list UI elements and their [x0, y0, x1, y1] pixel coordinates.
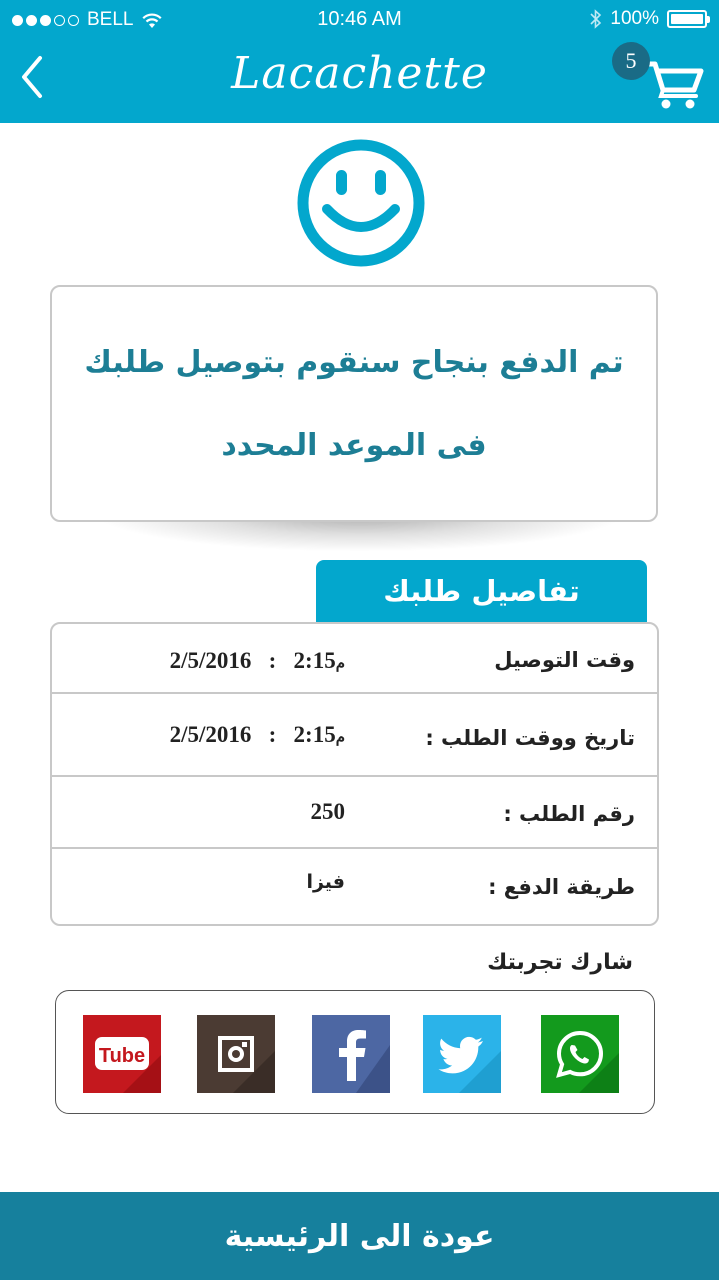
app-header: BELL 10:46 AM 100% Lacachette 5 — [0, 0, 719, 123]
back-to-home-button[interactable]: عودة الى الرئيسية — [0, 1192, 719, 1280]
order-number-row: رقم الطلب : 250 — [52, 777, 657, 849]
share-title: شارك تجربتك — [487, 950, 633, 975]
cart-count-badge: 5 — [612, 42, 650, 80]
battery-percent: 100% — [610, 8, 659, 29]
success-message-line1: تم الدفع بنجاح سنقوم بتوصيل طلبك — [84, 344, 624, 380]
order-details-tab: تفاصيل طلبك — [316, 560, 647, 622]
row-value: فيزا — [306, 871, 345, 893]
row-label: وقت التوصيل — [494, 648, 635, 672]
row-label: تاريخ ووقت الطلب : — [425, 726, 635, 750]
bluetooth-icon — [590, 9, 602, 29]
success-message-card: تم الدفع بنجاح سنقوم بتوصيل طلبك فى المو… — [50, 285, 658, 522]
share-panel: Tube — [55, 990, 655, 1114]
row-value: 250 — [310, 799, 346, 824]
youtube-icon: Tube — [83, 1015, 161, 1093]
battery-icon — [667, 10, 710, 28]
whatsapp-icon — [541, 1015, 619, 1093]
order-details-table: وقت التوصيل 2/5/2016 : 2:15م تاريخ ووقت … — [50, 622, 659, 926]
value-text: 2/5/2016 : 2:15 — [169, 722, 336, 747]
instagram-icon — [197, 1015, 275, 1093]
value-text: 2/5/2016 : 2:15 — [169, 648, 336, 673]
whatsapp-button[interactable] — [541, 1015, 619, 1093]
status-bar: BELL 10:46 AM 100% — [0, 0, 719, 38]
shopping-cart-icon — [644, 61, 704, 109]
row-value: 2/5/2016 : 2:15م — [170, 722, 345, 748]
battery-level — [671, 14, 703, 24]
delivery-time-row: وقت التوصيل 2/5/2016 : 2:15م — [52, 624, 657, 694]
twitter-icon — [423, 1015, 501, 1093]
facebook-button[interactable] — [312, 1015, 390, 1093]
row-label: رقم الطلب : — [503, 802, 635, 826]
instagram-button[interactable] — [197, 1015, 275, 1093]
facebook-icon — [312, 1015, 390, 1093]
success-message-line2: فى الموعد المحدد — [221, 427, 487, 463]
youtube-button[interactable]: Tube — [83, 1015, 161, 1093]
ampm-suffix: م — [335, 730, 345, 746]
youtube-logo-text: Tube — [99, 1045, 145, 1067]
order-datetime-row: تاريخ ووقت الطلب : 2/5/2016 : 2:15م — [52, 694, 657, 777]
smiley-face-icon — [297, 139, 425, 267]
twitter-button[interactable] — [423, 1015, 501, 1093]
payment-method-row: طريقة الدفع : فيزا — [52, 849, 657, 924]
row-label: طريقة الدفع : — [488, 875, 635, 899]
status-right: 100% — [590, 8, 710, 30]
row-value: 2/5/2016 : 2:15م — [170, 648, 345, 674]
ampm-suffix: م — [335, 656, 345, 672]
cart-button[interactable]: 5 — [610, 42, 710, 112]
